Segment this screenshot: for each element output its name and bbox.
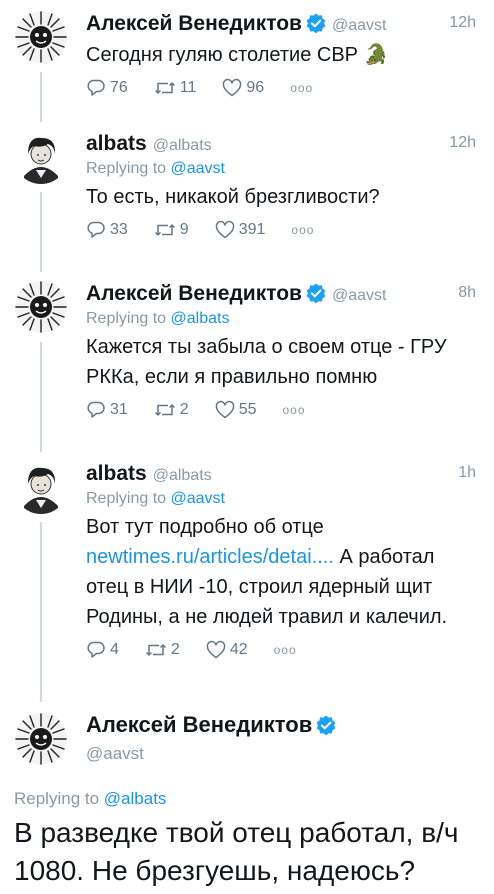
avatar[interactable] [14,280,68,334]
like-button[interactable]: 96 [222,78,264,98]
reply-button[interactable]: 33 [86,220,128,240]
more-options-icon[interactable]: ooo [291,223,314,237]
thread-line [40,522,42,702]
author-handle[interactable]: @albats [153,467,212,484]
reply-icon [86,640,106,660]
like-count: 391 [238,221,266,238]
like-count: 55 [238,401,257,418]
tweet-time[interactable]: 12h [449,134,476,152]
reply-icon [86,78,106,98]
tweet-actions: 4 2 42 ooo [86,640,476,660]
replying-mention[interactable]: @aavst [171,490,225,507]
person-avatar-icon [14,130,68,184]
like-count: 42 [229,641,248,658]
tweet-text: То есть, никакой брезгливости? [86,186,380,208]
reply-icon [86,400,106,420]
more-options-icon[interactable]: ooo [283,403,306,417]
tweet-text: Вот тут подробно об отце newtimes.ru/art… [86,512,476,632]
replying-label: Replying to [86,160,167,177]
replying-label: Replying to [86,490,167,507]
heart-icon [215,220,235,240]
avatar[interactable] [14,130,68,184]
retweet-icon [154,220,176,240]
thread-line [40,72,42,122]
tweet-time[interactable]: 8h [458,284,476,302]
like-button[interactable]: 391 [215,220,266,240]
author-handle[interactable]: @albats [153,137,212,154]
like-button[interactable]: 42 [206,640,248,660]
thread-line [40,342,42,452]
replying-to: Replying to @albats [14,789,166,809]
thread-line [40,192,42,272]
reply-count: 4 [110,641,119,658]
tweet-text: Кажется ты забыла о своем отце - ГРУ РКК… [86,336,447,388]
like-count: 96 [246,79,265,96]
avatar[interactable] [14,712,68,766]
retweet-button[interactable]: 9 [154,220,189,240]
reply-button[interactable]: 4 [86,640,119,660]
tweet-time[interactable]: 1h [458,464,476,482]
avatar[interactable] [14,10,68,64]
retweet-count: 9 [179,221,189,238]
lion-avatar-icon [14,10,68,64]
reply-count: 33 [110,221,128,238]
replying-to: Replying to @albats [86,310,476,328]
replying-to: Replying to @aavst [86,160,476,178]
retweet-button[interactable]: 11 [154,78,197,98]
verified-badge-icon [306,283,326,303]
tweet-actions: 76 11 96 ooo [86,78,476,98]
retweet-button[interactable]: 2 [145,640,180,660]
verified-badge-icon [316,715,336,735]
replying-to: Replying to @aavst [86,490,476,508]
author-handle[interactable]: @aavst [86,744,144,764]
retweet-count: 11 [179,79,197,96]
heart-icon [222,78,242,98]
tweet-text-start: Вот тут подробно об отце [86,516,324,538]
replying-label: Replying to [86,310,167,327]
retweet-icon [154,78,176,98]
main-tweet-header: Алексей Венедиктов [86,712,336,737]
retweet-count: 2 [179,401,189,418]
article-link[interactable]: newtimes.ru/articles/detai.... [86,546,334,568]
more-options-icon[interactable]: ooo [290,81,313,95]
lion-avatar-icon [14,712,68,766]
reply-icon [86,220,106,240]
verified-badge-icon [306,13,326,33]
retweet-button[interactable]: 2 [154,400,189,420]
author-name[interactable]: albats [86,462,147,485]
author-name[interactable]: Алексей Венедиктов [86,712,312,737]
replying-label: Replying to [14,789,100,808]
like-button[interactable]: 55 [215,400,257,420]
reply-count: 76 [110,79,128,96]
more-options-icon[interactable]: ooo [274,643,297,657]
heart-icon [206,640,226,660]
author-name[interactable]: Алексей Венедиктов [86,12,302,35]
replying-mention[interactable]: @albats [171,310,230,327]
author-name[interactable]: albats [86,132,147,155]
lion-avatar-icon [14,280,68,334]
avatar[interactable] [14,460,68,514]
retweet-icon [145,640,167,660]
tweet-actions: 31 2 55 ooo [86,400,476,420]
heart-icon [215,400,235,420]
replying-mention[interactable]: @albats [104,789,167,808]
main-tweet-text: В разведке твой отец работал, в/ч 1080. … [14,817,459,886]
person-avatar-icon [14,460,68,514]
tweet-text: Сегодня гуляю столетие СВР 🐊 [86,44,389,66]
reply-count: 31 [110,401,128,418]
reply-button[interactable]: 31 [86,400,128,420]
reply-button[interactable]: 76 [86,78,128,98]
tweet-time[interactable]: 12h [449,14,476,32]
author-handle[interactable]: @aavst [332,287,386,304]
author-handle[interactable]: @aavst [332,17,386,34]
tweet-actions: 33 9 391 ooo [86,220,476,240]
retweet-count: 2 [170,641,180,658]
replying-mention[interactable]: @aavst [171,160,225,177]
author-name[interactable]: Алексей Венедиктов [86,282,302,305]
retweet-icon [154,400,176,420]
